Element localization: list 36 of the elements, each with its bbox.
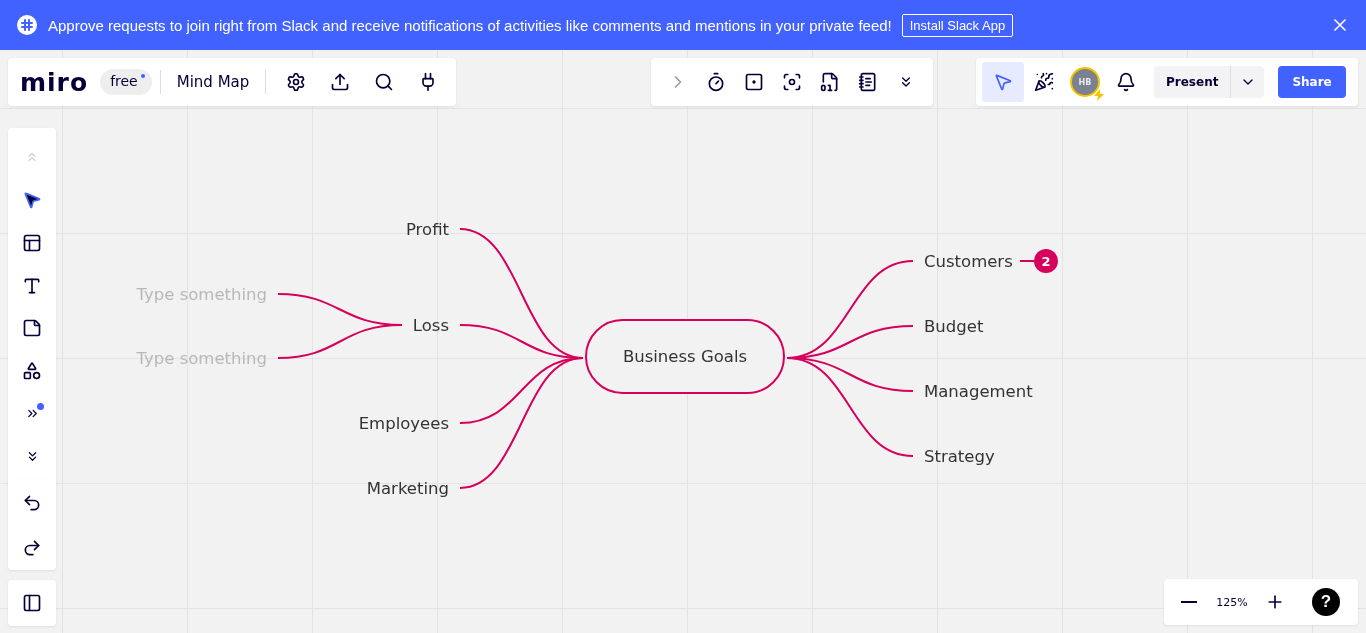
share-button[interactable]: Share [1278,66,1346,98]
bell-icon [1116,72,1136,92]
undo-icon [22,492,42,513]
topic-label[interactable]: Profit [405,219,449,239]
central-topic[interactable]: Business Goals [585,319,785,394]
present-menu-button[interactable] [1230,66,1265,98]
count-badge[interactable]: 2 [1034,249,1058,273]
cursor-button[interactable] [982,62,1024,102]
minus-icon [1181,601,1197,603]
search-icon [374,72,395,92]
topic-label[interactable]: Budget [924,316,984,336]
topic-label[interactable]: Customers [924,251,1013,271]
party-popper-icon [1034,72,1054,92]
topic-label[interactable]: Marketing [366,478,449,498]
help-button[interactable]: ? [1312,588,1340,616]
upload-icon [330,72,351,92]
timer-icon [706,72,726,92]
topic-label[interactable]: Loss [412,315,449,335]
miro-logo[interactable]: miro [20,67,89,97]
banner-message: Approve requests to join right from Slack and receive notifications of activities like comments and mentions in your private feed! [48,16,892,34]
topic-label[interactable]: Employees [358,413,449,433]
cursor-icon [993,72,1013,92]
board-title[interactable]: Mind Map [168,73,258,91]
plan-badge[interactable]: free [100,69,152,95]
install-slack-button[interactable]: Install Slack App [901,13,1014,37]
topic-label[interactable]: Strategy [924,446,995,466]
sidebar-icon [22,593,42,613]
present-button[interactable]: Present [1154,66,1231,98]
connector-line [1019,260,1035,262]
zoom-level: 125% [1215,595,1249,609]
notes-icon [858,72,878,92]
settings-icon [286,72,307,92]
redo-icon [22,537,42,558]
topic-label[interactable]: Management [924,381,1033,401]
focus-icon [782,72,802,92]
slack-logo-icon [16,14,38,36]
